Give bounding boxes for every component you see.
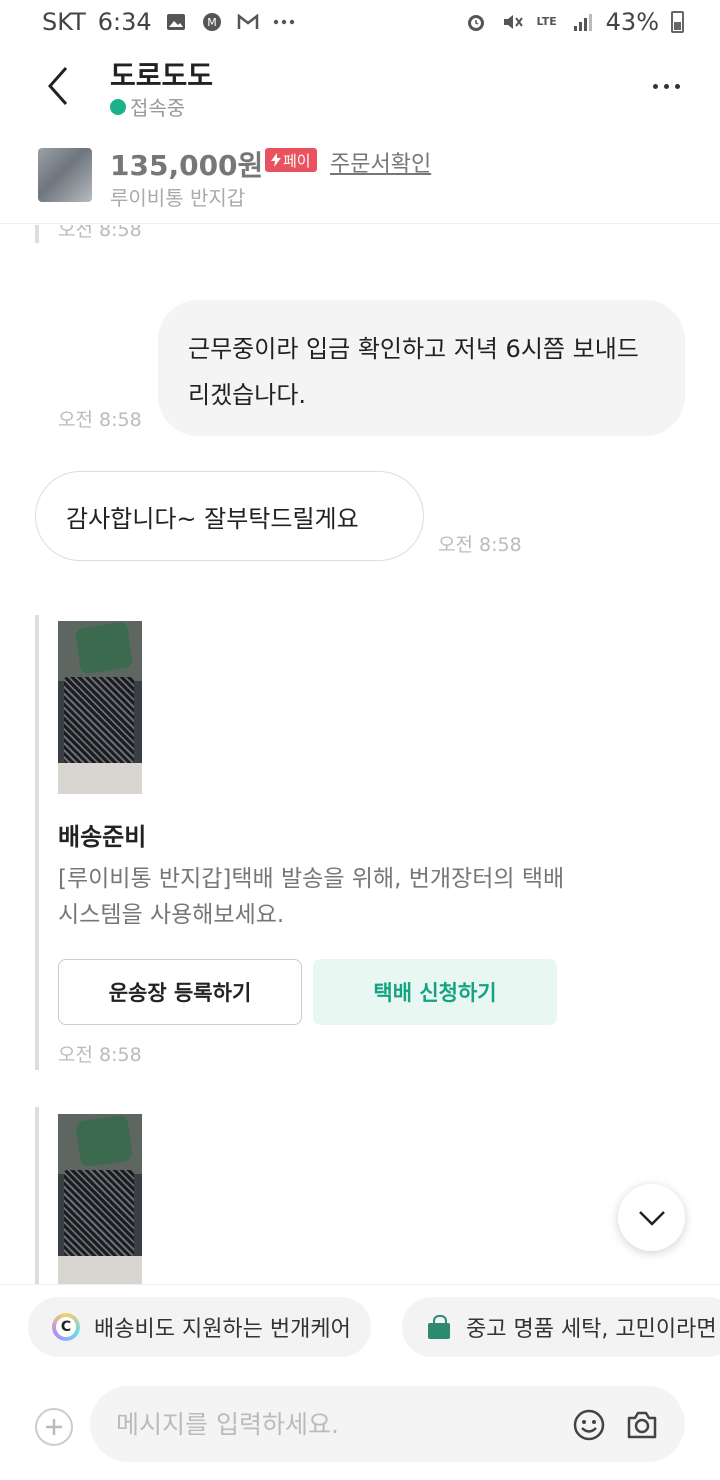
promo-chip-bungae-care[interactable]: C 배송비도 지원하는 번개케어 <box>28 1297 371 1357</box>
signal-icon <box>570 10 594 34</box>
card-divider-line <box>35 1107 39 1285</box>
card-divider-line <box>35 225 39 243</box>
pay-badge-label: 페이 <box>283 151 311 170</box>
product-thumbnail[interactable] <box>38 148 92 202</box>
chevron-down-icon <box>638 1210 665 1226</box>
card-divider-line <box>35 615 39 1070</box>
attach-plus-button[interactable] <box>35 1408 73 1446</box>
product-bar[interactable]: 135,000원 페이 주문서확인 루이비통 반지갑 <box>0 138 720 224</box>
back-arrow-icon <box>47 67 68 105</box>
message-timestamp: 오전 8:58 <box>58 225 142 241</box>
lte-indicator: LTE <box>536 15 557 28</box>
promo-chip-luxury-cleaning[interactable]: 중고 명품 세탁, 고민이라면 <box>402 1297 720 1357</box>
chat-header: 도로도도 접속중 <box>0 50 720 130</box>
chat-messages[interactable]: 오전 8:58 오전 8:58 근무중이라 입금 확인하고 저녁 6시쯤 보내드… <box>0 225 720 1285</box>
dot-icon <box>674 83 680 89</box>
card-description: [루이비통 반지갑]택배 발송을 위해, 번개장터의 택배 시스템을 사용해보세… <box>58 866 565 928</box>
image-notification-icon <box>164 10 188 34</box>
app-notification-icon: M <box>200 10 224 34</box>
battery-icon <box>671 11 684 33</box>
mute-icon <box>500 10 524 34</box>
online-dot-icon <box>110 98 126 115</box>
card-title: 배송준비 <box>58 823 147 851</box>
product-price: 135,000원 <box>110 149 264 182</box>
scroll-to-bottom-button[interactable] <box>618 1184 685 1251</box>
pay-badge: 페이 <box>265 148 317 172</box>
more-notifications-icon <box>272 10 296 34</box>
carrier-label: SKT <box>42 8 86 36</box>
battery-percent: 43% <box>605 8 659 36</box>
camera-icon[interactable] <box>625 1408 659 1442</box>
more-options-button[interactable] <box>646 68 686 104</box>
promo-chip-label: 배송비도 지원하는 번개케어 <box>94 1317 351 1342</box>
product-name: 루이비통 반지갑 <box>110 186 246 210</box>
seller-name[interactable]: 도로도도 <box>110 54 213 94</box>
dot-icon <box>652 83 658 89</box>
message-input[interactable] <box>116 1386 556 1462</box>
product-image[interactable] <box>58 621 142 794</box>
product-image[interactable] <box>58 1114 142 1285</box>
message-composer <box>0 1368 720 1480</box>
emoji-icon[interactable] <box>572 1408 606 1442</box>
gmail-icon <box>236 10 260 34</box>
shopping-bag-icon <box>426 1315 452 1339</box>
online-status-label: 접속중 <box>130 96 186 120</box>
message-input-box[interactable] <box>90 1386 685 1462</box>
register-tracking-button[interactable]: 운송장 등록하기 <box>58 959 302 1025</box>
promo-chip-label: 중고 명품 세탁, 고민이라면 <box>466 1317 717 1342</box>
status-bar: SKT 6:34 M LTE 43% <box>0 0 720 44</box>
alarm-icon <box>464 10 488 34</box>
request-delivery-button[interactable]: 택배 신청하기 <box>313 959 557 1025</box>
bungae-care-c-icon: C <box>52 1313 80 1341</box>
svg-text:M: M <box>207 16 217 29</box>
online-status: 접속중 <box>110 92 185 121</box>
message-timestamp: 오전 8:58 <box>58 409 142 431</box>
promo-strip[interactable]: C 배송비도 지원하는 번개케어 중고 명품 세탁, 고민이라면 <box>0 1284 720 1368</box>
incoming-message-text: 감사합니다~ 잘부탁드릴게요 <box>66 504 359 533</box>
incoming-message[interactable]: 감사합니다~ 잘부탁드릴게요 <box>35 471 424 561</box>
plus-icon <box>46 1419 62 1435</box>
lightning-icon <box>271 153 281 167</box>
back-button[interactable] <box>34 62 82 110</box>
clock: 6:34 <box>97 8 152 36</box>
order-confirm-link[interactable]: 주문서확인 <box>330 146 431 178</box>
dot-icon <box>663 83 669 89</box>
outgoing-message[interactable]: 근무중이라 입금 확인하고 저녁 6시쯤 보내드리겠습나다. <box>158 300 685 436</box>
message-timestamp: 오전 8:58 <box>438 534 522 556</box>
message-timestamp: 오전 8:58 <box>58 1044 142 1066</box>
